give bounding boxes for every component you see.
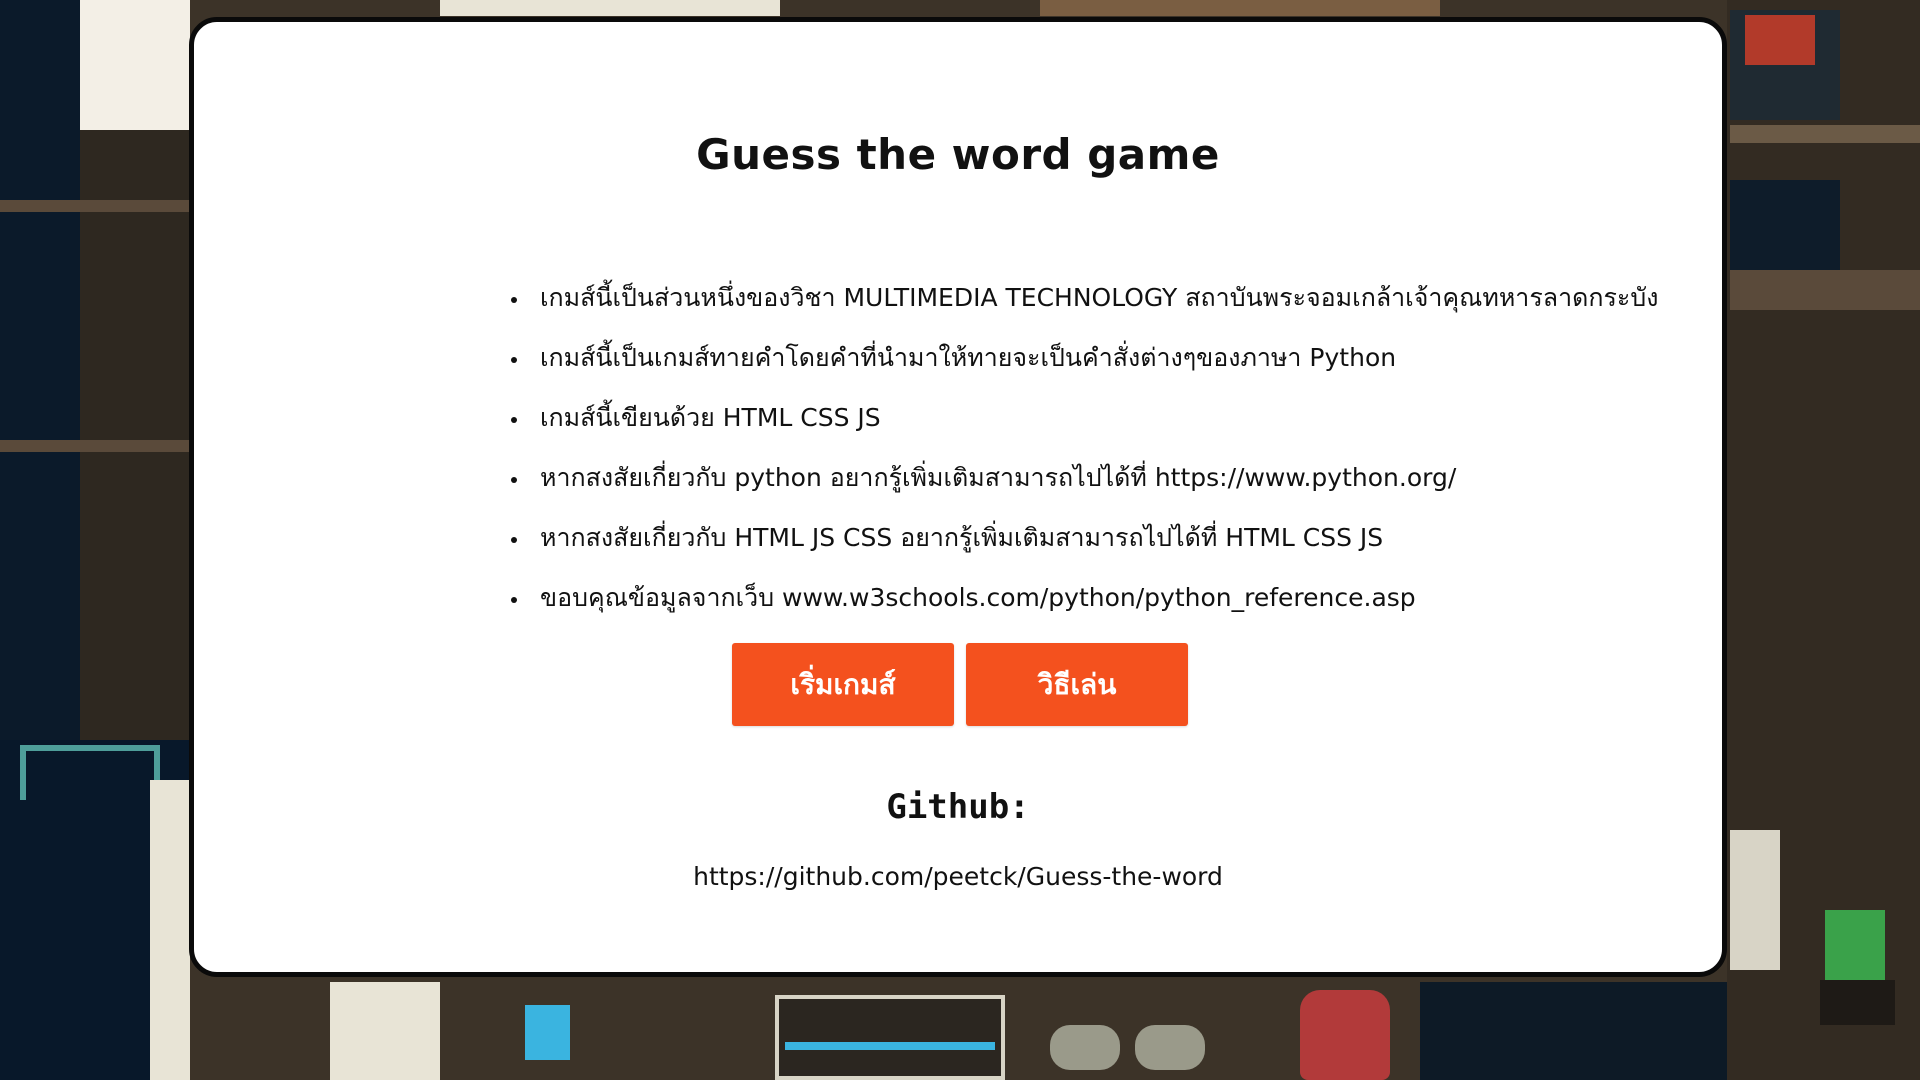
bg-teal-frame xyxy=(20,745,160,800)
cup-icon-2 xyxy=(1135,1025,1205,1070)
game-intro-modal: Guess the word game เกมส์นี้เป็นส่วนหนึ่… xyxy=(189,17,1727,977)
bg-right-device xyxy=(1730,830,1780,970)
bg-paper-left xyxy=(150,780,190,1080)
github-link[interactable]: https://github.com/peetck/Guess-the-word xyxy=(194,862,1722,891)
cup-icon xyxy=(1050,1025,1120,1070)
bg-cactus-pot xyxy=(1820,980,1895,1025)
bg-top-wood xyxy=(1040,0,1440,16)
bg-red-book xyxy=(1745,15,1815,65)
list-item: ขอบคุณข้อมูลจากเว็บ www.w3schools.com/py… xyxy=(530,568,1658,628)
list-item: เกมส์นี้เป็นเกมส์ทายคำโดยคำที่นำมาให้ทาย… xyxy=(530,328,1658,388)
bg-shelf-plank-2 xyxy=(0,440,190,452)
bg-right-plank-2 xyxy=(1730,270,1920,310)
how-to-play-button[interactable]: วิธีเล่น xyxy=(966,643,1188,726)
bg-bottom-paper xyxy=(330,982,440,1080)
list-item: เกมส์นี้เป็นส่วนหนึ่งของวิชา MULTIMEDIA … xyxy=(530,268,1658,328)
page-title: Guess the word game xyxy=(696,130,1220,179)
list-item: หากสงสัยเกี่ยวกับ python อยากรู้เพิ่มเติ… xyxy=(530,448,1658,508)
bg-shelf-plank-1 xyxy=(0,200,190,212)
list-item: หากสงสัยเกี่ยวกับ HTML JS CSS อยากรู้เพิ… xyxy=(530,508,1658,568)
bg-top-paper xyxy=(440,0,780,16)
bg-shelf-left xyxy=(80,130,190,740)
github-label: Github: xyxy=(886,787,1030,827)
start-game-button[interactable]: เริ่มเกมส์ xyxy=(732,643,954,726)
teapot-icon xyxy=(1300,990,1390,1080)
bg-right-screen xyxy=(1730,180,1840,270)
flower-icon xyxy=(525,1005,570,1060)
bg-bottom-window xyxy=(775,995,1005,1080)
bg-bottom-window-stripe xyxy=(785,1042,995,1050)
bg-bottom-dark xyxy=(1420,982,1727,1080)
bg-window-light xyxy=(80,0,190,130)
info-list: เกมส์นี้เป็นส่วนหนึ่งของวิชา MULTIMEDIA … xyxy=(504,268,1658,628)
bg-right-plank-1 xyxy=(1730,125,1920,143)
list-item: เกมส์นี้เขียนด้วย HTML CSS JS xyxy=(530,388,1658,448)
cactus-icon xyxy=(1825,910,1885,985)
